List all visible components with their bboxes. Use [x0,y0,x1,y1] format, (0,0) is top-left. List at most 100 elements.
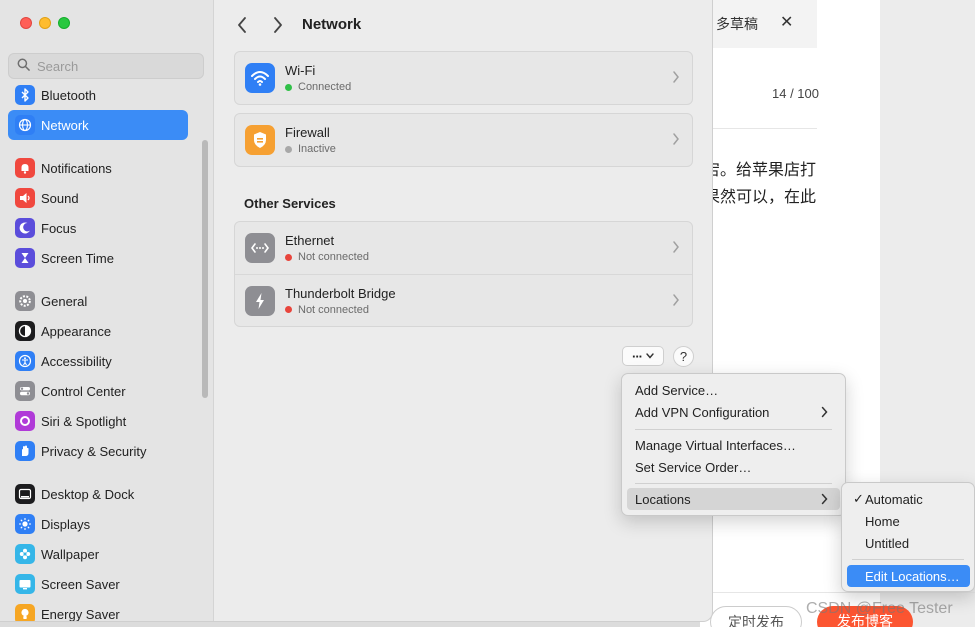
service-name: Ethernet [285,233,335,248]
service-name: Wi-Fi [285,63,316,78]
sidebar-item-displays[interactable]: Displays [8,509,188,539]
service-row-wifi[interactable]: Wi-Fi Connected [235,52,692,104]
page-title: Network [302,16,362,33]
globe-icon [15,115,35,135]
menu-item-manage-virtual-interfaces[interactable]: Manage Virtual Interfaces… [627,434,840,456]
status-dot [285,83,292,91]
sidebar-item-general[interactable]: General [8,286,188,316]
search-field[interactable] [8,53,204,79]
sidebar-item-energy-saver[interactable]: Energy Saver [8,599,188,622]
chevron-right-icon [821,406,828,418]
section-title: Other Services [244,196,336,211]
service-name: Thunderbolt Bridge [285,285,396,301]
sidebar-item-accessibility[interactable]: Accessibility [8,346,188,376]
menu-item-set-service-order[interactable]: Set Service Order… [627,456,840,478]
sidebar-item-label: Energy Saver [41,606,120,622]
edit-locations-item[interactable]: Edit Locations… [847,565,970,587]
chevron-right-icon [673,294,679,306]
sidebar-item-label: Desktop & Dock [41,486,135,502]
menu-item-locations[interactable]: Locations [627,488,840,510]
sidebar-item-control-center[interactable]: Control Center [8,376,188,406]
sidebar-item-bluetooth[interactable]: Bluetooth [8,80,188,110]
chevron-right-icon [673,133,679,145]
sidebar-item-label: Accessibility [41,353,112,369]
timed-publish-button[interactable]: 定时发布 [710,606,802,627]
zoom-window-button[interactable] [58,17,70,29]
menu-separator [852,559,964,560]
sidebar-item-network[interactable]: Network [8,110,188,140]
bell-icon [15,158,35,178]
menu-item-label: Add VPN Configuration [635,404,770,420]
moon-icon [15,218,35,238]
sidebar-item-appearance[interactable]: Appearance [8,316,188,346]
actions-menu: Add Service… Add VPN Configuration Manag… [621,373,846,516]
hand-icon [15,441,35,461]
sun-icon [15,514,35,534]
sidebar-item-privacy-security[interactable]: Privacy & Security [8,436,188,466]
forward-button[interactable] [268,14,288,36]
article-text-line: 宕。给苹果店打 [704,162,817,179]
sidebar-item-label: Appearance [41,323,112,339]
search-icon [17,58,30,74]
appearance-icon [15,321,35,341]
service-status: Connected [298,81,352,93]
status-dot [285,306,292,313]
location-item-untitled[interactable]: Untitled [847,532,970,554]
wifi-card: Wi-Fi Connected [234,51,693,105]
service-row-firewall[interactable]: Firewall Inactive [235,114,692,166]
network-pane: Network Wi-Fi Connected Firewall Inactiv… [215,0,712,621]
menu-separator [635,429,832,430]
toggles-icon [15,381,35,401]
screensaver-icon [15,574,35,594]
service-row-ethernet[interactable]: Ethernet Not connected [235,222,692,274]
chevron-right-icon [821,493,828,505]
sidebar-item-label: Displays [41,516,91,532]
sidebar-item-siri-spotlight[interactable]: Siri & Spotlight [8,406,188,436]
sidebar-item-label: Screen Saver [41,576,120,592]
wifi-icon [245,63,275,93]
help-button[interactable]: ? [673,346,694,367]
sidebar-item-desktop-dock[interactable]: Desktop & Dock [8,479,188,509]
service-name: Firewall [285,125,330,140]
sidebar-item-sound[interactable]: Sound [8,183,188,213]
draft-label[interactable]: 多草稿 [716,14,758,34]
sidebar-item-notifications[interactable]: Notifications [8,153,188,183]
ethernet-icon [245,233,275,263]
thunderbolt-icon [245,285,275,316]
sidebar-item-label: Screen Time [41,250,114,266]
service-status: Not connected [298,303,369,316]
firewall-card: Firewall Inactive [234,113,693,167]
back-button[interactable] [232,14,252,36]
sidebar-item-wallpaper[interactable]: Wallpaper [8,539,188,569]
close-icon[interactable]: ✕ [780,12,793,32]
article-text-line: 果然可以，在此 [704,189,817,206]
sidebar-item-screen-time[interactable]: Screen Time [8,243,188,273]
chevron-right-icon [673,71,679,83]
location-item-automatic[interactable]: ✓ Automatic [847,488,970,510]
sidebar-item-label: Siri & Spotlight [41,413,127,429]
sidebar-item-label: Control Center [41,383,126,399]
menu-item-add-vpn-configuration[interactable]: Add VPN Configuration [627,401,840,423]
service-status: Inactive [298,143,336,155]
chevron-right-icon [274,17,282,33]
minimize-window-button[interactable] [39,17,51,29]
locations-submenu: ✓ Automatic Home Untitled Edit Locations… [841,482,975,592]
checkmark-icon: ✓ [853,491,864,506]
bluetooth-icon [15,85,35,105]
service-row-thunderbolt-bridge[interactable]: Thunderbolt Bridge Not connected [235,274,692,326]
sidebar-scrollbar[interactable] [202,140,208,398]
close-window-button[interactable] [20,17,32,29]
sidebar-item-label: Privacy & Security [41,443,147,459]
search-input[interactable] [37,58,197,74]
menu-item-add-service[interactable]: Add Service… [627,379,840,401]
sidebar-item-label: Notifications [41,160,112,176]
more-actions-button[interactable]: ··· [622,346,664,366]
character-counter: 14 / 100 [772,86,819,101]
location-item-home[interactable]: Home [847,510,970,532]
settings-window: Bluetooth Network Notifications Sound Focus S… [0,0,713,622]
sidebar-item-focus[interactable]: Focus [8,213,188,243]
firewall-icon [245,125,275,155]
dock-icon [15,484,35,504]
sidebar-item-screen-saver[interactable]: Screen Saver [8,569,188,599]
other-services-card: Ethernet Not connected Thunderbolt Bridg… [234,221,693,327]
